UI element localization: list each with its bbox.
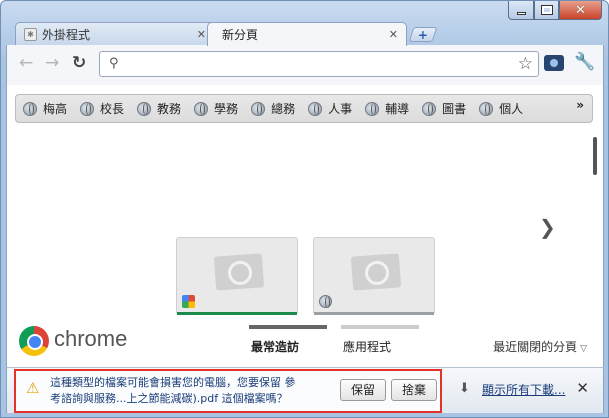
globe-icon	[319, 295, 332, 308]
chevron-down-icon: ▽	[580, 344, 587, 354]
tab-extensions[interactable]: ✱ 外掛程式 ✕	[15, 22, 215, 46]
close-icon: ✕	[575, 2, 586, 18]
bookmarks-bar: 梅高 校長 教務 學務 總務 人事 輔導 圖書 個人 »	[15, 94, 593, 123]
forward-arrow-icon[interactable]: →	[45, 53, 59, 73]
tab-new-tab[interactable]: 新分頁 ✕	[207, 22, 407, 46]
discard-button[interactable]: 捨棄	[391, 379, 438, 401]
globe-icon	[479, 101, 494, 116]
search-icon: ⚲	[109, 56, 119, 71]
bookmark-item[interactable]: 輔導	[365, 100, 409, 117]
globe-icon	[137, 101, 152, 116]
bookmark-item[interactable]: 人事	[308, 100, 352, 117]
globe-icon	[23, 101, 37, 116]
bookmark-item[interactable]: 圖書	[422, 100, 466, 117]
recently-closed-menu[interactable]: 最近關閉的分頁 ▽	[493, 338, 587, 355]
maximize-icon	[540, 5, 553, 15]
bookmarks-overflow-chevron-icon[interactable]: »	[576, 98, 584, 112]
minimize-icon	[516, 11, 526, 15]
placeholder-camera-icon	[350, 253, 402, 291]
warning-icon: ⚠	[26, 379, 40, 397]
omnibox-input[interactable]	[128, 55, 508, 73]
globe-icon	[365, 101, 380, 116]
puzzle-icon: ✱	[24, 28, 37, 41]
back-arrow-icon[interactable]: ←	[19, 53, 33, 73]
bookmark-item[interactable]: 總務	[251, 100, 295, 117]
scrollbar-thumb[interactable]	[593, 137, 597, 175]
most-visited-thumbnail[interactable]	[313, 237, 435, 315]
bookmark-item[interactable]: 校長	[80, 100, 124, 117]
page-content: ❯ chrome 最常造訪 應用程式 最近關閉的分頁 ▽	[6, 85, 604, 413]
maximize-button[interactable]	[534, 1, 559, 20]
download-shelf: ⚠ 這種類型的檔案可能會損害您的電腦，您要保留 參 考諮詢與服務...上之節能減…	[6, 367, 604, 413]
globe-icon	[194, 101, 209, 116]
warning-text: 這種類型的檔案可能會損害您的電腦，您要保留 參 考諮詢與服務...上之節能減碳)…	[50, 376, 296, 405]
globe-icon	[422, 101, 437, 116]
globe-icon	[251, 101, 266, 116]
bookmark-item[interactable]: 個人	[479, 100, 523, 117]
chrome-wordmark: chrome	[54, 326, 128, 351]
browser-window: ✕ ✱ 外掛程式 ✕ 新分頁 ✕ + ← → ↻ ⚲ ☆ 🔧 ❯ chrome …	[0, 0, 609, 418]
placeholder-camera-icon	[213, 253, 265, 291]
download-arrow-icon: ⬇	[459, 381, 470, 396]
keep-button[interactable]: 保留	[340, 379, 387, 401]
window-controls: ✕	[508, 1, 602, 20]
close-window-button[interactable]: ✕	[559, 1, 602, 20]
tab-close-icon[interactable]: ✕	[389, 28, 398, 41]
bookmark-item[interactable]: 教務	[137, 100, 181, 117]
camera-extension-icon[interactable]	[544, 55, 564, 71]
ntp-footer: chrome 最常造訪 應用程式 最近關閉的分頁 ▽	[7, 318, 605, 360]
minimize-button[interactable]	[508, 1, 534, 20]
show-all-downloads-link[interactable]: 顯示所有下載...	[482, 381, 565, 398]
star-icon[interactable]: ☆	[518, 54, 533, 74]
toolbar: ← → ↻ ⚲ ☆ 🔧	[6, 45, 604, 85]
chrome-logo-icon	[19, 326, 49, 356]
close-icon[interactable]: ✕	[576, 379, 589, 397]
bookmark-item[interactable]: 學務	[194, 100, 238, 117]
most-visited-thumbnail[interactable]	[176, 237, 298, 315]
reload-icon[interactable]: ↻	[72, 53, 86, 73]
dangerous-download-warning: ⚠ 這種類型的檔案可能會損害您的電腦，您要保留 參 考諮詢與服務...上之節能減…	[14, 369, 442, 413]
plus-icon: +	[417, 27, 429, 42]
wrench-icon[interactable]: 🔧	[574, 52, 595, 72]
tab-close-icon[interactable]: ✕	[197, 28, 206, 41]
omnibox[interactable]: ⚲ ☆	[99, 51, 539, 77]
bookmark-item[interactable]: 梅高	[23, 100, 67, 117]
tab-label: 新分頁	[222, 28, 259, 42]
tab-most-visited[interactable]: 最常造訪	[248, 325, 328, 355]
google-favicon-icon	[182, 295, 195, 308]
next-page-arrow-icon[interactable]: ❯	[539, 215, 556, 239]
tab-label: 外掛程式	[42, 28, 91, 42]
globe-icon	[308, 101, 323, 116]
globe-icon	[80, 101, 95, 116]
new-tab-button[interactable]: +	[408, 27, 438, 42]
tab-apps[interactable]: 應用程式	[340, 325, 420, 355]
